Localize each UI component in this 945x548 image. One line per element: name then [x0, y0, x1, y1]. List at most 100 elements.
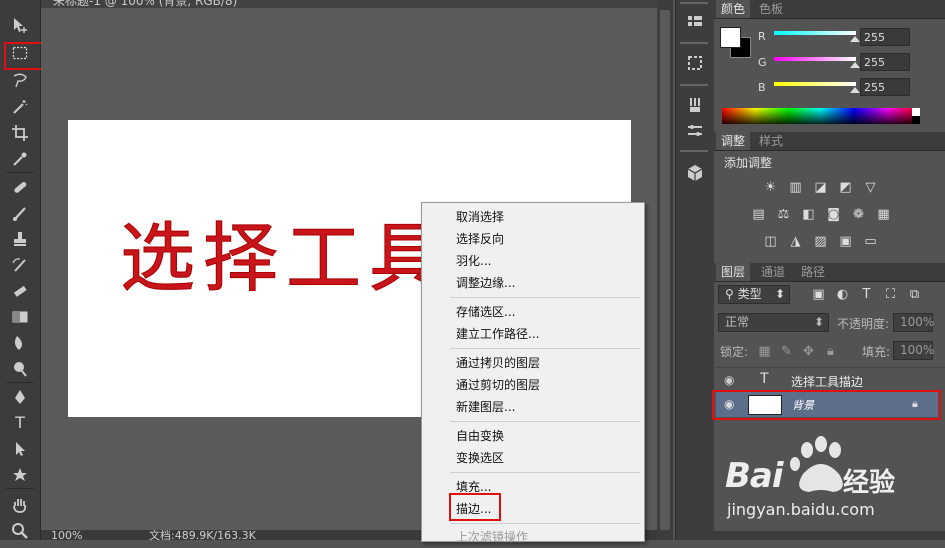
menu-item-select-inverse[interactable]: 选择反向 — [456, 228, 504, 250]
filter-type-icon[interactable]: T — [858, 288, 875, 302]
brightness-icon[interactable]: ☀ — [762, 181, 779, 195]
healing-brush-icon[interactable] — [8, 176, 32, 198]
invert-icon[interactable]: ◫ — [762, 235, 779, 249]
zoom-level[interactable]: 100% — [51, 530, 82, 540]
channel-r-handle[interactable] — [850, 36, 860, 42]
menu-item-refine-edge[interactable]: 调整边缘... — [456, 272, 515, 294]
type-tool-icon[interactable]: T — [8, 412, 32, 434]
posterize-icon[interactable]: ◮ — [787, 235, 804, 249]
tab-color[interactable]: 颜色 — [716, 0, 751, 18]
crop-icon[interactable] — [8, 122, 32, 144]
channel-b-handle[interactable] — [850, 87, 860, 93]
filter-chevron-icon: ⬍ — [774, 287, 785, 301]
menu-item-save-selection[interactable]: 存储选区... — [456, 301, 515, 323]
blend-mode-select[interactable]: 正常 ⬍ — [718, 313, 829, 332]
channel-r-slider[interactable] — [774, 31, 856, 35]
gradient-icon[interactable] — [8, 306, 32, 328]
color-balance-icon[interactable]: ⚖ — [775, 208, 792, 222]
color-lookup-icon[interactable]: ▦ — [875, 208, 892, 222]
watermark-url: jingyan.baidu.com — [727, 500, 875, 519]
fill-input[interactable]: 100% — [893, 341, 934, 360]
filter-smart-icon[interactable]: ⧉ — [906, 288, 923, 302]
tab-paths[interactable]: 路径 — [796, 263, 830, 281]
foreground-color-swatch[interactable] — [720, 27, 741, 48]
channel-mixer-icon[interactable]: ❁ — [850, 208, 867, 222]
filter-shape-icon[interactable]: ⛶ — [882, 288, 899, 302]
selective-color-icon[interactable]: ▣ — [837, 235, 854, 249]
hand-icon[interactable] — [8, 494, 32, 516]
3d-cube-icon[interactable] — [686, 164, 704, 182]
menu-item-new-layer[interactable]: 新建图层... — [456, 396, 515, 418]
lasso-tool-icon[interactable] — [8, 70, 32, 92]
menu-item-last-filter: 上次滤镜操作 — [456, 530, 529, 544]
document-tab[interactable]: 未标题-1 @ 100% (背景, RGB/8) — [41, 0, 661, 8]
menu-item-deselect[interactable]: 取消选择 — [456, 206, 504, 228]
gradient-map-icon[interactable]: ▭ — [862, 235, 879, 249]
baidu-jingyan-watermark: Bai 经验 jingyan.baidu.com — [725, 430, 940, 540]
filter-pixel-icon[interactable]: ▣ — [810, 288, 827, 302]
3d-panel-icon[interactable] — [686, 54, 704, 72]
channel-g-label: G — [758, 56, 767, 69]
brush-preset-icon[interactable] — [686, 96, 704, 114]
spectrum-black[interactable] — [912, 116, 920, 124]
channel-g-slider[interactable] — [774, 57, 856, 61]
magic-wand-icon[interactable] — [8, 96, 32, 118]
lock-position-icon[interactable]: ✥ — [800, 345, 817, 359]
channel-b-slider[interactable] — [774, 82, 856, 86]
channel-b-value[interactable]: 255 — [860, 78, 910, 96]
tab-adjustments[interactable]: 调整 — [716, 132, 751, 150]
layer-name[interactable]: 选择工具描边 — [791, 373, 863, 390]
custom-shape-icon[interactable] — [8, 464, 32, 486]
lock-image-icon[interactable]: ✎ — [778, 345, 795, 359]
brush-icon[interactable] — [8, 202, 32, 224]
photo-filter-icon[interactable]: ◙ — [825, 208, 842, 222]
color-panel-tabs: 颜色 色板 — [714, 0, 945, 19]
blur-icon[interactable] — [8, 332, 32, 354]
curves-icon[interactable]: ◪ — [812, 181, 829, 195]
history-panel-icon[interactable] — [686, 14, 704, 32]
layer-filter-select[interactable]: ⚲ 类型 ⬍ — [718, 285, 790, 304]
lock-all-icon[interactable]: 🔒︎ — [822, 345, 839, 359]
move-tool-icon[interactable] — [8, 14, 32, 36]
channel-r-label: R — [758, 30, 766, 43]
black-white-icon[interactable]: ◧ — [800, 208, 817, 222]
clone-stamp-icon[interactable] — [8, 228, 32, 250]
menu-item-layer-via-copy[interactable]: 通过拷贝的图层 — [456, 352, 540, 374]
vertical-scrollbar-thumb[interactable] — [660, 10, 670, 530]
zoom-icon[interactable] — [8, 520, 32, 542]
pen-icon[interactable] — [8, 386, 32, 408]
eraser-icon[interactable] — [8, 280, 32, 302]
menu-item-transform-selection[interactable]: 变换选区 — [456, 447, 504, 469]
menu-item-make-work-path[interactable]: 建立工作路径... — [456, 323, 539, 345]
tab-layers[interactable]: 图层 — [716, 263, 751, 281]
dodge-icon[interactable] — [8, 358, 32, 380]
channel-g-handle[interactable] — [850, 62, 860, 68]
tool-presets-icon[interactable] — [686, 122, 704, 140]
channel-g-value[interactable]: 255 — [860, 53, 910, 71]
menu-item-layer-via-cut[interactable]: 通过剪切的图层 — [456, 374, 540, 396]
vibrance-icon[interactable]: ▽ — [862, 181, 879, 195]
lock-transparency-icon[interactable]: ▦ — [756, 345, 773, 359]
opacity-input[interactable]: 100% — [893, 313, 934, 332]
filter-adjust-icon[interactable]: ◐ — [834, 288, 851, 302]
background-layer-highlight — [712, 390, 941, 420]
exposure-icon[interactable]: ◩ — [837, 181, 854, 195]
menu-item-feather[interactable]: 羽化... — [456, 250, 491, 272]
eyedropper-icon[interactable] — [8, 148, 32, 170]
menu-item-free-transform[interactable]: 自由变换 — [456, 425, 504, 447]
history-brush-icon[interactable] — [8, 254, 32, 276]
document-tab-title: 未标题-1 @ 100% (背景, RGB/8) — [53, 0, 238, 8]
channel-b-label: B — [758, 81, 766, 94]
path-select-icon[interactable] — [8, 438, 32, 460]
threshold-icon[interactable]: ▨ — [812, 235, 829, 249]
tab-channels[interactable]: 通道 — [756, 263, 790, 281]
channel-r-value[interactable]: 255 — [860, 28, 910, 46]
tab-styles[interactable]: 样式 — [754, 132, 788, 150]
tab-swatches[interactable]: 色板 — [754, 0, 788, 18]
spectrum-white[interactable] — [912, 108, 920, 116]
layer-row-text[interactable]: ◉ T 选择工具描边 — [716, 367, 945, 392]
hue-saturation-icon[interactable]: ▤ — [750, 208, 767, 222]
blend-mode-value: 正常 — [725, 315, 750, 329]
levels-icon[interactable]: ▥ — [787, 181, 804, 195]
visibility-eye-icon[interactable]: ◉ — [724, 373, 734, 387]
